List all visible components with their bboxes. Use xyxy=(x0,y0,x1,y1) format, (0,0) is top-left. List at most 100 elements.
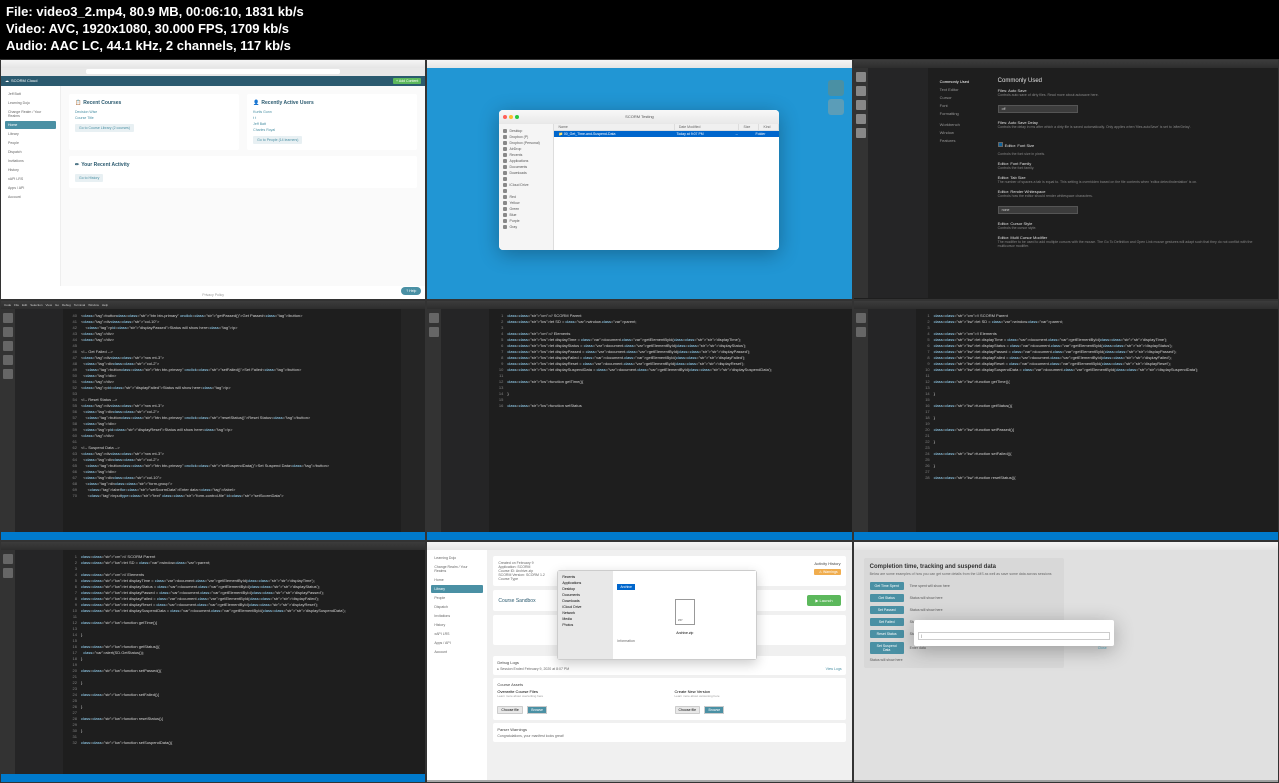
autosave-select[interactable]: off xyxy=(998,105,1078,113)
zoom-button[interactable] xyxy=(515,115,519,119)
sidebar-apps[interactable]: Apps / API xyxy=(431,639,483,647)
menu-item[interactable]: Terminal xyxy=(74,303,85,307)
menu-item[interactable]: Window xyxy=(88,303,99,307)
menu-item[interactable]: View xyxy=(46,303,52,307)
settings-category[interactable]: Text Editor xyxy=(938,86,990,93)
close-button[interactable] xyxy=(503,115,507,119)
view-logs-link[interactable]: View Logs xyxy=(826,667,842,671)
col-date[interactable]: Date Modified xyxy=(675,124,740,130)
action-button[interactable]: Get Status xyxy=(870,594,904,602)
settings-category[interactable]: Formatting xyxy=(938,110,990,117)
col-kind[interactable]: Kind xyxy=(759,124,779,130)
files-icon[interactable] xyxy=(856,313,866,323)
search-icon[interactable] xyxy=(856,327,866,337)
code-editor[interactable]: 1class=class="str">"cm">// SCORM Parent2… xyxy=(63,550,425,780)
files-icon[interactable] xyxy=(3,313,13,323)
archive-icon[interactable] xyxy=(675,599,695,625)
finder-sidebar-item[interactable]: Gray xyxy=(499,224,553,230)
col-name[interactable]: Name xyxy=(554,124,674,130)
sidebar-xapi[interactable]: xAPI LRS xyxy=(5,175,56,183)
course-link[interactable]: Course Title xyxy=(75,115,233,121)
sidebar-people[interactable]: People xyxy=(431,594,483,602)
menu-item[interactable]: Selection xyxy=(30,303,42,307)
browse-button[interactable]: Browse xyxy=(527,706,547,714)
settings-category[interactable]: Cursor xyxy=(938,94,990,101)
sidebar-home[interactable]: Home xyxy=(431,576,483,584)
finder-row-selected[interactable]: 📁 00_Get_Time-and-Suspend-DataToday at 9… xyxy=(554,131,779,137)
go-to-library-button[interactable]: Go to Course Library (2 courses) xyxy=(75,124,134,132)
search-icon[interactable] xyxy=(3,327,13,337)
settings-category[interactable]: Commonly Used xyxy=(938,78,990,85)
sidebar-library[interactable]: Library xyxy=(5,130,56,138)
action-button[interactable]: Set Suspend Data xyxy=(870,642,904,654)
search-icon[interactable] xyxy=(856,86,866,96)
menu-item[interactable]: Help xyxy=(102,303,108,307)
files-icon[interactable] xyxy=(3,554,13,564)
sidebar-history[interactable]: History xyxy=(431,621,483,629)
dock-icon[interactable] xyxy=(828,99,844,115)
menu-item[interactable]: Go xyxy=(55,303,59,307)
sidebar-apps[interactable]: Apps / API xyxy=(5,184,56,192)
url-bar[interactable] xyxy=(86,69,341,74)
sidebar-xapi[interactable]: xAPI LRS xyxy=(431,630,483,638)
settings-category[interactable]: Features xyxy=(938,137,990,144)
files-icon[interactable] xyxy=(856,72,866,82)
menu-item[interactable]: Code xyxy=(4,303,11,307)
search-icon[interactable] xyxy=(429,327,439,337)
sidebar-dispatch[interactable]: Dispatch xyxy=(431,603,483,611)
sidebar-home[interactable]: Home xyxy=(5,121,56,129)
fontsize-checkbox[interactable] xyxy=(998,142,1003,147)
code-editor[interactable]: 1class=class="str">"cm">// SCORM Parent2… xyxy=(489,309,851,539)
menu-item[interactable]: File xyxy=(14,303,19,307)
debug-icon[interactable] xyxy=(3,355,13,365)
search-icon[interactable] xyxy=(3,568,13,578)
modal-close-button[interactable]: Close xyxy=(1095,645,1110,651)
action-button[interactable]: Set Failed xyxy=(870,618,904,626)
sidebar-invitations[interactable]: Invitations xyxy=(431,612,483,620)
choose-file-button[interactable]: Choose file xyxy=(497,706,523,714)
action-button[interactable]: Set Passed xyxy=(870,606,904,614)
git-icon[interactable] xyxy=(856,100,866,110)
dialog-tab[interactable]: Archive xyxy=(617,584,635,590)
privacy-link[interactable]: Privacy Policy xyxy=(202,293,224,297)
extensions-icon[interactable] xyxy=(856,128,866,138)
launch-button[interactable]: ▶ Launch xyxy=(807,595,840,606)
settings-category[interactable]: Workbench xyxy=(938,121,990,128)
code-editor[interactable]: 1class=class="str">"cm">// SCORM Parent2… xyxy=(916,309,1278,539)
settings-category[interactable] xyxy=(938,118,990,120)
debug-icon[interactable] xyxy=(856,114,866,124)
help-button[interactable]: ? Help xyxy=(401,287,421,295)
sidebar-history[interactable]: History xyxy=(5,166,56,174)
minimap[interactable] xyxy=(401,309,425,539)
code-editor[interactable]: 40<class="tag">button class=class="str">… xyxy=(63,309,425,539)
dock-icon[interactable] xyxy=(828,80,844,96)
sidebar-change[interactable]: Change Realm / Your Realms xyxy=(431,563,483,575)
action-button[interactable]: Reset Status xyxy=(870,630,904,638)
settings-category[interactable]: Window xyxy=(938,129,990,136)
sidebar-account[interactable]: Account xyxy=(5,193,56,201)
sidebar-dispatch[interactable]: Dispatch xyxy=(5,148,56,156)
sidebar-account[interactable]: Account xyxy=(431,648,483,656)
modal-input[interactable] xyxy=(918,632,1110,640)
go-to-history-button[interactable]: Go to History xyxy=(75,174,103,182)
add-content-button[interactable]: + Add Content xyxy=(393,78,421,84)
settings-category[interactable]: Font xyxy=(938,102,990,109)
files-icon[interactable] xyxy=(429,313,439,323)
menu-item[interactable]: Edit xyxy=(22,303,27,307)
sidebar-library[interactable]: Library xyxy=(431,585,483,593)
choose-file-button[interactable]: Choose file xyxy=(675,706,701,714)
go-to-people-button[interactable]: Go to People (14 learners) xyxy=(253,136,302,144)
dialog-sidebar-item[interactable]: Photos xyxy=(561,622,610,628)
git-icon[interactable] xyxy=(3,341,13,351)
col-size[interactable]: Size xyxy=(739,124,759,130)
menu-item[interactable]: Debug xyxy=(62,303,71,307)
sidebar-invitations[interactable]: Invitations xyxy=(5,157,56,165)
action-button[interactable]: Get Time Spent xyxy=(870,582,904,590)
sidebar-people[interactable]: People xyxy=(5,139,56,147)
warnings-button[interactable]: ⚠ Warnings xyxy=(814,569,840,575)
whitespace-select[interactable]: none xyxy=(998,206,1078,214)
browse-button[interactable]: Browse xyxy=(704,706,724,714)
minimize-button[interactable] xyxy=(509,115,513,119)
extensions-icon[interactable] xyxy=(3,369,13,379)
sidebar-change[interactable]: Change Realm / Your Realms xyxy=(5,108,56,120)
